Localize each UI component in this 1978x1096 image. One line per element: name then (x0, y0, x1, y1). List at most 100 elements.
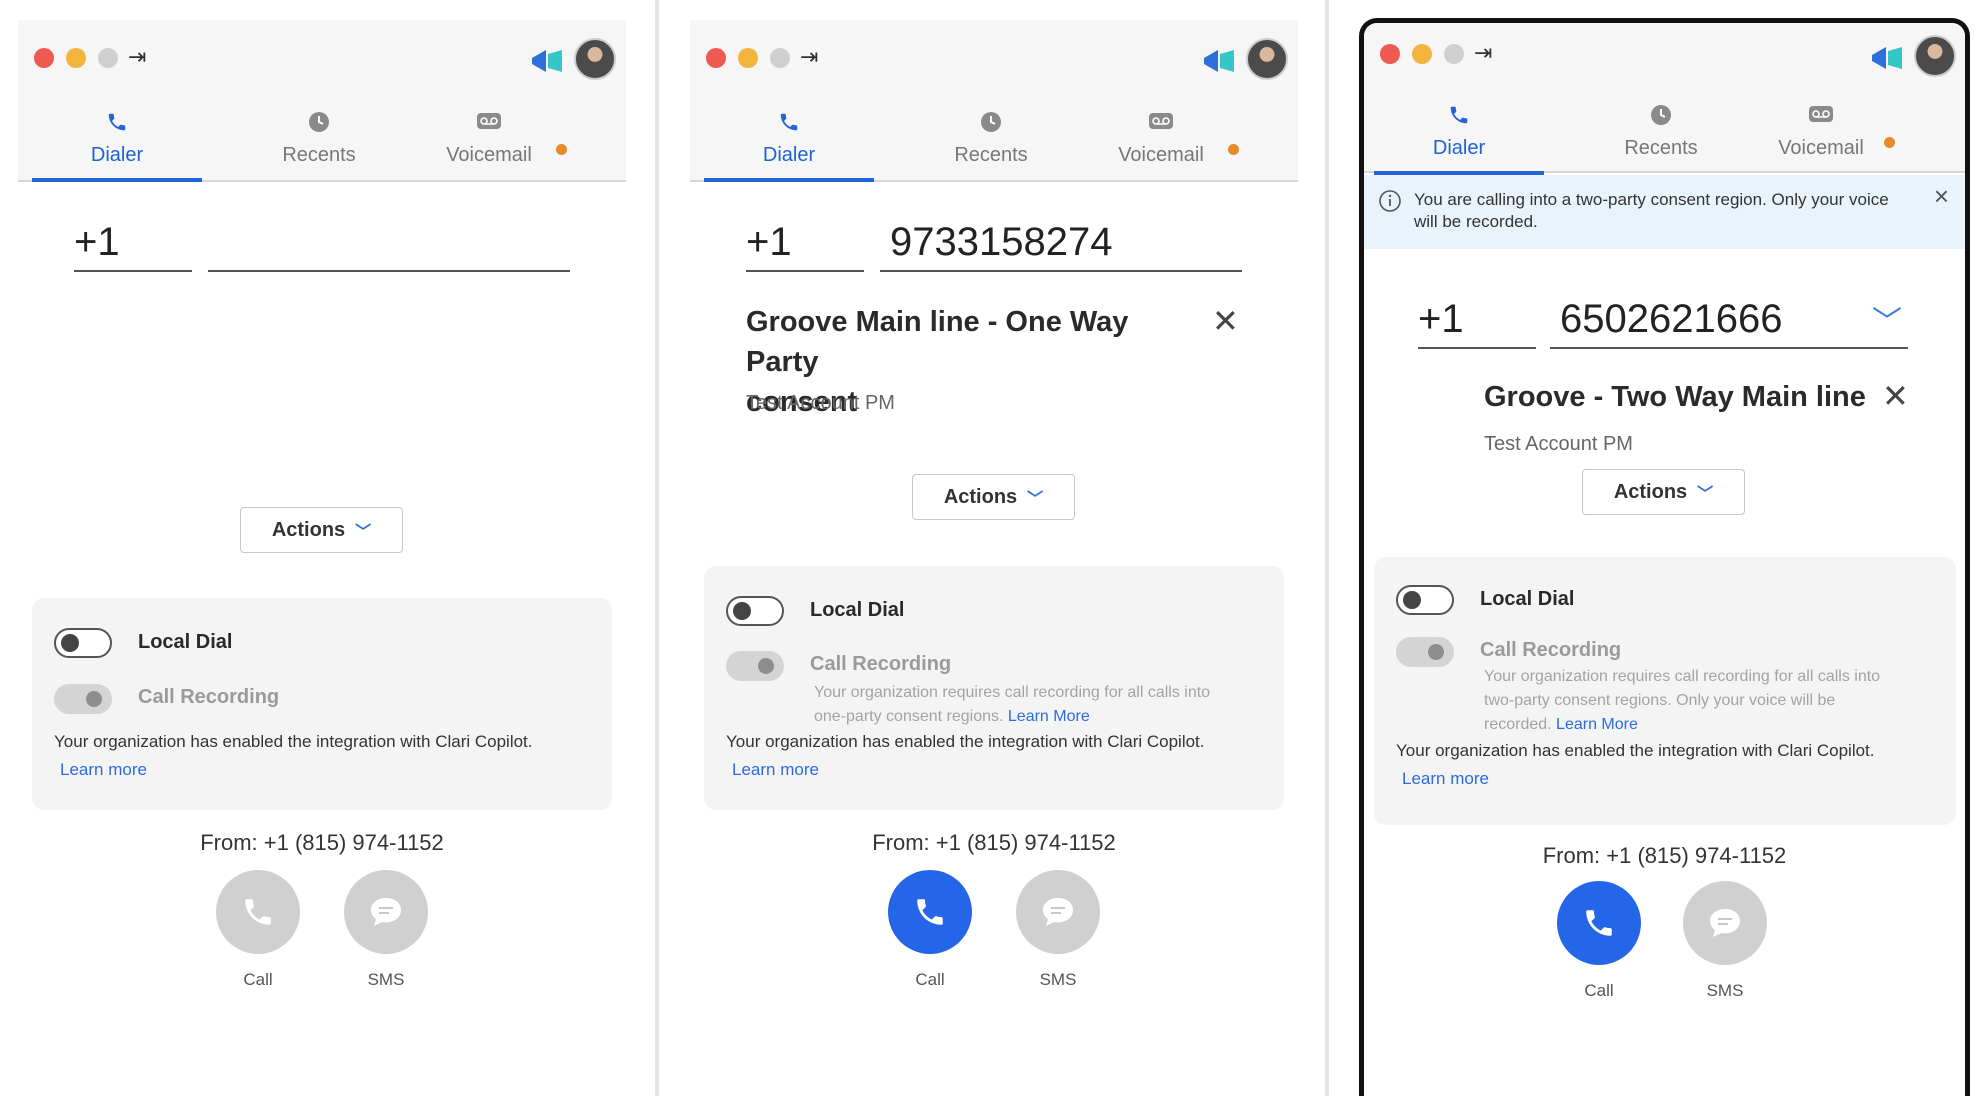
call-recording-toggle (54, 684, 112, 714)
voicemail-badge (1228, 144, 1239, 155)
country-code-input[interactable]: +1 (74, 216, 192, 272)
tab-label: Recents (282, 144, 356, 166)
tab-recents[interactable]: Recents (906, 110, 1076, 182)
call-button[interactable] (1557, 881, 1641, 965)
minimize-window-button[interactable] (1412, 44, 1432, 64)
call-recording-toggle (726, 651, 784, 681)
note-text: Your organization requires call recordin… (814, 684, 1211, 701)
sms-label: SMS (367, 970, 405, 989)
tab-voicemail[interactable]: Voicemail (404, 110, 574, 182)
close-window-button[interactable] (34, 48, 54, 68)
tab-recents[interactable]: Recents (1576, 103, 1746, 175)
zoom-window-button[interactable] (98, 48, 118, 68)
phone-icon (1374, 103, 1544, 131)
caller-id[interactable]: From: +1 (815) 974-1152 (1364, 843, 1965, 869)
phone-icon (1586, 910, 1612, 936)
country-code-input[interactable]: +1 (746, 216, 864, 272)
dialer-window-right: ⇥ Dialer Recents Voicemail You are calli… (1359, 18, 1970, 1096)
local-dial-toggle[interactable] (726, 596, 784, 626)
phone-number-input[interactable] (208, 216, 570, 272)
phone-number-input[interactable]: 9733158274 (880, 216, 1242, 272)
note-text: Your organization requires call recordin… (1484, 668, 1881, 685)
clear-contact-close-icon[interactable]: ✕ (1882, 377, 1909, 415)
banner-line: will be recorded. (1414, 212, 1538, 231)
minimize-window-button[interactable] (66, 48, 86, 68)
country-code-input[interactable]: +1 (1418, 293, 1536, 349)
banner-text: You are calling into a two-party consent… (1414, 189, 1924, 233)
clari-copilot-icon[interactable] (1202, 46, 1236, 76)
actions-button[interactable]: Actions ﹀ (912, 474, 1075, 520)
recording-learn-more-link[interactable]: Learn More (1008, 708, 1090, 725)
pin-icon[interactable]: ⇥ (1474, 40, 1492, 66)
tab-label: Recents (954, 144, 1028, 166)
sms-button[interactable] (344, 870, 428, 954)
learn-more-link[interactable]: Learn more (1402, 769, 1489, 788)
chat-bubble-icon (1710, 909, 1740, 937)
local-dial-toggle[interactable] (54, 628, 112, 658)
local-dial-label: Local Dial (810, 599, 905, 621)
learn-more-link[interactable]: Learn more (60, 760, 147, 779)
copilot-integration-note: Your organization has enabled the integr… (1396, 737, 1936, 793)
tab-label: Voicemail (1118, 144, 1204, 166)
local-dial-toggle[interactable] (1396, 585, 1454, 615)
call-button[interactable] (216, 870, 300, 954)
phone-number-input[interactable]: 6502621666 ﹀ (1550, 293, 1908, 349)
consent-banner: You are calling into a two-party consent… (1364, 175, 1965, 249)
phone-icon (917, 899, 943, 925)
call-button[interactable] (888, 870, 972, 954)
tab-voicemail[interactable]: Voicemail (1076, 110, 1246, 182)
zoom-window-button[interactable] (770, 48, 790, 68)
toggle-knob (758, 658, 774, 674)
pin-icon[interactable]: ⇥ (800, 44, 818, 70)
close-icon[interactable]: × (1934, 183, 1949, 209)
recording-learn-more-link[interactable]: Learn More (1556, 716, 1638, 733)
clear-contact-close-icon[interactable]: ✕ (1212, 302, 1239, 340)
user-avatar[interactable] (574, 38, 616, 80)
clari-copilot-icon[interactable] (530, 46, 564, 76)
chat-bubble-icon (371, 898, 401, 926)
call-recording-label: Call Recording (138, 686, 280, 708)
chevron-down-icon: ﹀ (355, 524, 372, 541)
caller-id[interactable]: From: +1 (815) 974-1152 (690, 830, 1298, 856)
actions-button[interactable]: Actions ﹀ (1582, 469, 1745, 515)
tab-dialer[interactable]: Dialer (32, 110, 202, 182)
chevron-down-icon[interactable]: ﹀ (1872, 297, 1902, 349)
chevron-down-icon: ﹀ (1027, 491, 1044, 508)
phone-icon (245, 899, 271, 925)
voicemail-icon (1736, 103, 1906, 131)
caller-id[interactable]: From: +1 (815) 974-1152 (18, 830, 626, 856)
tab-label: Voicemail (1778, 137, 1864, 159)
user-avatar[interactable] (1246, 38, 1288, 80)
active-tab-indicator (704, 178, 874, 182)
tab-recents[interactable]: Recents (234, 110, 404, 182)
minimize-window-button[interactable] (738, 48, 758, 68)
tab-voicemail[interactable]: Voicemail (1736, 103, 1906, 175)
sms-button[interactable] (1016, 870, 1100, 954)
banner-line: You are calling into a two-party consent… (1414, 190, 1889, 209)
tab-label: Dialer (1432, 137, 1486, 159)
sms-label: SMS (1706, 981, 1744, 1000)
tab-dialer[interactable]: Dialer (1374, 103, 1544, 175)
tab-label: Recents (1624, 137, 1698, 159)
recording-requirement-note: Your organization requires call recordin… (814, 681, 1274, 729)
call-recording-label: Call Recording (1480, 639, 1622, 661)
zoom-window-button[interactable] (1444, 44, 1464, 64)
phone-icon (704, 110, 874, 138)
sms-label: SMS (1039, 970, 1077, 989)
chevron-down-icon: ﹀ (1697, 486, 1714, 503)
clari-copilot-icon[interactable] (1870, 43, 1904, 73)
tab-dialer[interactable]: Dialer (704, 110, 874, 182)
pin-icon[interactable]: ⇥ (128, 44, 146, 70)
contact-name: Groove - Two Way Main line (1484, 381, 1866, 413)
toggle-knob (733, 602, 751, 620)
actions-button[interactable]: Actions ﹀ (240, 507, 403, 553)
toggle-knob (1428, 644, 1444, 660)
actions-label: Actions (271, 518, 346, 541)
learn-more-link[interactable]: Learn more (732, 760, 819, 779)
user-avatar[interactable] (1914, 35, 1956, 77)
recording-requirement-note: Your organization requires call recordin… (1484, 665, 1944, 737)
panel-divider (655, 0, 659, 1096)
sms-button[interactable] (1683, 881, 1767, 965)
close-window-button[interactable] (706, 48, 726, 68)
close-window-button[interactable] (1380, 44, 1400, 64)
